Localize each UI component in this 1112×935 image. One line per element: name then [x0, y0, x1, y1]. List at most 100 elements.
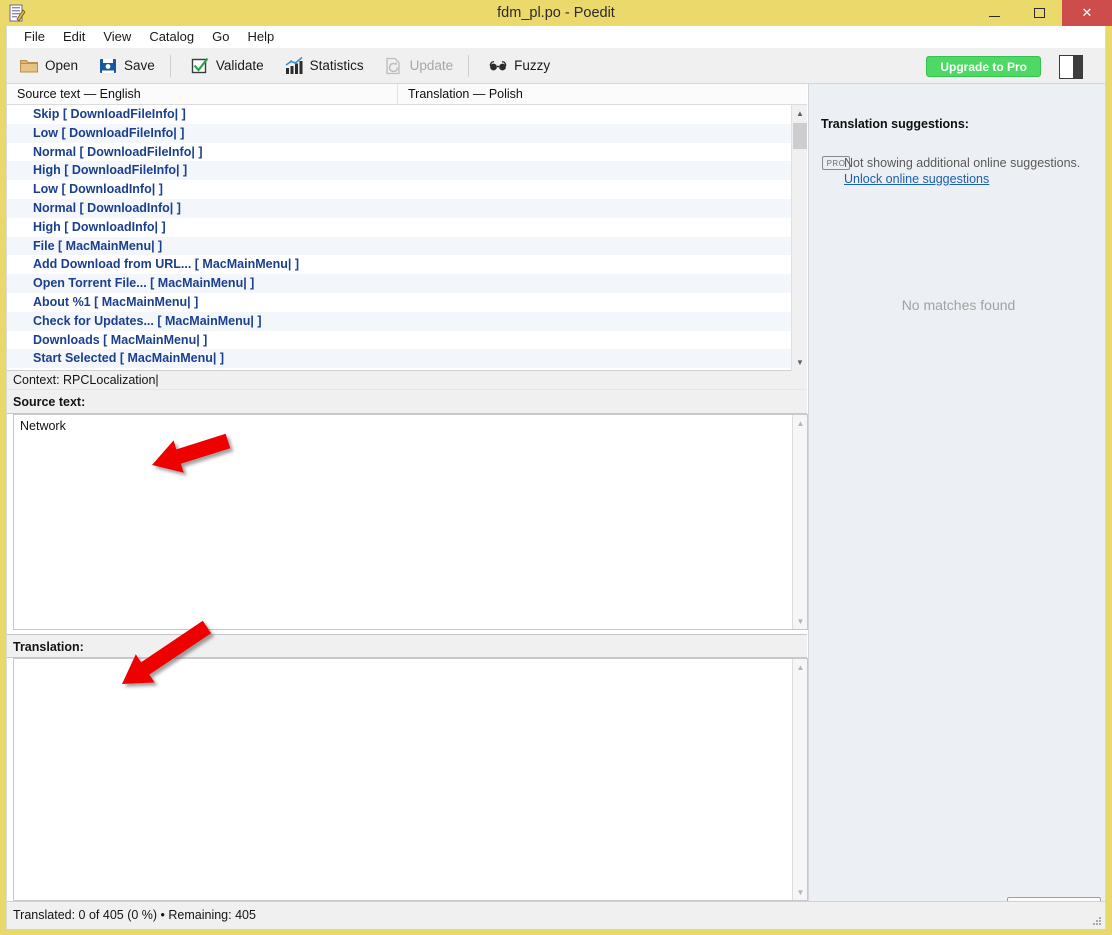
minimize-button[interactable] — [972, 0, 1017, 26]
sidebar-toggle-left-pane — [1060, 56, 1073, 78]
source-text-scrollbar[interactable]: ▲ ▼ — [792, 415, 807, 629]
row-context: [ MacMainMenu| ] — [54, 238, 163, 253]
sidebar-toggle-right-pane — [1073, 56, 1082, 78]
upgrade-to-pro-button[interactable]: Upgrade to Pro — [926, 56, 1041, 77]
context-line: Context: RPCLocalization| — [7, 371, 807, 390]
translation-scrollbar[interactable]: ▲ ▼ — [792, 659, 807, 900]
row-context: [ MacMainMenu| ] — [191, 257, 299, 272]
source-text-box[interactable]: Network ▲ ▼ — [13, 414, 808, 630]
row-context: [ DownloadInfo| ] — [58, 182, 163, 197]
table-row[interactable]: Low [ DownloadInfo| ] — [7, 180, 791, 199]
row-context: [ MacMainMenu| ] — [90, 294, 199, 309]
row-source-text: Downloads — [33, 332, 100, 347]
poedit-window: fdm_pl.po - Poedit ✕ File Edit View Cata… — [0, 0, 1112, 935]
column-header-translation[interactable]: Translation — Polish — [397, 84, 807, 105]
menu-bar: File Edit View Catalog Go Help — [7, 26, 1105, 48]
client-area: File Edit View Catalog Go Help Open Save… — [6, 26, 1106, 929]
row-context: [ DownloadFileInfo| ] — [59, 107, 186, 121]
checkmark-box-icon — [190, 56, 210, 76]
table-row[interactable]: Downloads [ MacMainMenu| ] — [7, 330, 791, 350]
scroll-up-icon[interactable]: ▲ — [793, 659, 808, 675]
suggestions-title: Translation suggestions: — [821, 117, 969, 131]
row-context: [ MacMainMenu| ] — [146, 276, 255, 291]
refresh-page-icon — [384, 56, 404, 76]
status-bar: Translated: 0 of 405 (0 %) • Remaining: … — [7, 901, 1105, 929]
resize-grip-icon[interactable] — [1091, 914, 1103, 926]
row-source-text: Low — [33, 125, 58, 140]
toolbar-separator-2 — [468, 54, 470, 77]
row-source-text: Start Selected — [33, 351, 117, 366]
title-bar: fdm_pl.po - Poedit ✕ — [0, 0, 1112, 26]
menu-catalog[interactable]: Catalog — [140, 27, 203, 46]
column-header-source[interactable]: Source text — English — [7, 84, 397, 105]
open-button[interactable]: Open — [11, 51, 86, 81]
status-text: Translated: 0 of 405 (0 %) • Remaining: … — [13, 908, 256, 922]
folder-icon — [19, 56, 39, 76]
row-context: [ DownloadInfo| ] — [76, 200, 181, 215]
fuzzy-button[interactable]: Fuzzy — [480, 51, 558, 81]
scroll-up-icon[interactable]: ▲ — [793, 415, 808, 431]
table-row[interactable]: File [ MacMainMenu| ] — [7, 236, 791, 256]
suggestions-panel: Translation suggestions: PRO Not showing… — [808, 84, 1105, 929]
translation-list[interactable]: Skip [ DownloadFileInfo| ] Low [ Download… — [7, 105, 807, 371]
table-row[interactable]: Low [ DownloadFileInfo| ] — [7, 123, 791, 143]
row-source-text: Normal — [33, 200, 77, 215]
open-button-label: Open — [45, 58, 79, 73]
statistics-button[interactable]: Statistics — [276, 51, 372, 81]
row-context: [ DownloadInfo| ] — [60, 219, 166, 234]
validate-button-label: Validate — [215, 58, 264, 73]
update-button-label: Update — [409, 58, 454, 73]
save-button[interactable]: Save — [90, 51, 163, 81]
table-row[interactable]: High [ DownloadInfo| ] — [7, 217, 791, 237]
bar-chart-icon — [284, 56, 304, 76]
row-source-text: Check for Updates... — [33, 313, 154, 328]
menu-go[interactable]: Go — [203, 27, 238, 46]
table-row[interactable]: Add Download from URL... [ MacMainMenu| … — [7, 255, 791, 275]
menu-file[interactable]: File — [15, 27, 54, 46]
row-source-text: Low — [33, 182, 58, 197]
scroll-down-icon[interactable]: ▼ — [793, 884, 808, 900]
table-row[interactable]: Check for Updates... [ MacMainMenu| ] — [7, 311, 791, 331]
source-text-value: Network — [20, 419, 66, 433]
maximize-button[interactable] — [1017, 0, 1062, 26]
no-matches-found-text: No matches found — [901, 297, 1016, 313]
scroll-down-icon[interactable]: ▼ — [792, 354, 808, 371]
table-row[interactable]: Start Selected [ MacMainMenu| ] — [7, 349, 791, 369]
table-row[interactable]: Normal [ DownloadFileInfo| ] — [7, 142, 791, 162]
sidebar-toggle-icon[interactable] — [1059, 55, 1083, 79]
menu-edit[interactable]: Edit — [54, 27, 94, 46]
row-source-text: High — [33, 163, 61, 178]
scroll-down-icon[interactable]: ▼ — [793, 613, 808, 629]
row-context: [ DownloadFileInfo| ] — [60, 163, 188, 178]
row-context: [ DownloadFileInfo| ] — [58, 125, 185, 140]
table-row[interactable]: High [ DownloadFileInfo| ] — [7, 161, 791, 181]
menu-view[interactable]: View — [94, 27, 140, 46]
table-row[interactable]: Open Torrent File... [ MacMainMenu| ] — [7, 274, 791, 293]
table-row[interactable]: About %1 [ MacMainMenu| ] — [7, 292, 791, 312]
list-scrollbar-thumb[interactable] — [793, 123, 807, 149]
row-source-text: High — [33, 219, 61, 234]
unlock-online-suggestions-link[interactable]: Unlock online suggestions — [844, 172, 989, 186]
row-context: [ DownloadFileInfo| ] — [76, 144, 203, 159]
fuzzy-button-label: Fuzzy — [514, 58, 551, 73]
update-button[interactable]: Update — [376, 51, 462, 81]
save-button-label: Save — [124, 58, 155, 73]
translation-list-body: Skip [ DownloadFileInfo| ] Low [ Download… — [7, 105, 791, 370]
statistics-button-label: Statistics — [309, 58, 364, 73]
validate-button[interactable]: Validate — [182, 51, 272, 81]
translation-label: Translation: — [7, 634, 807, 658]
table-row[interactable]: Normal [ DownloadInfo| ] — [7, 198, 791, 218]
row-context: [ MacMainMenu| ] — [116, 351, 225, 366]
row-context: [ MacMainMenu| ] — [153, 313, 262, 328]
list-scrollbar[interactable]: ▲ ▼ — [791, 105, 807, 371]
table-row[interactable]: Skip [ DownloadFileInfo| ] — [7, 105, 791, 124]
close-button[interactable]: ✕ — [1062, 0, 1112, 26]
suggestions-note: Not showing additional online suggestion… — [844, 156, 1081, 170]
floppy-disk-icon — [98, 56, 118, 76]
row-source-text: Skip — [33, 107, 60, 121]
list-header: Source text — English Translation — Poli… — [7, 84, 807, 105]
menu-help[interactable]: Help — [238, 27, 283, 46]
scroll-up-icon[interactable]: ▲ — [792, 105, 808, 122]
glasses-icon — [488, 56, 508, 76]
translation-input[interactable]: ▲ ▼ — [13, 658, 808, 901]
